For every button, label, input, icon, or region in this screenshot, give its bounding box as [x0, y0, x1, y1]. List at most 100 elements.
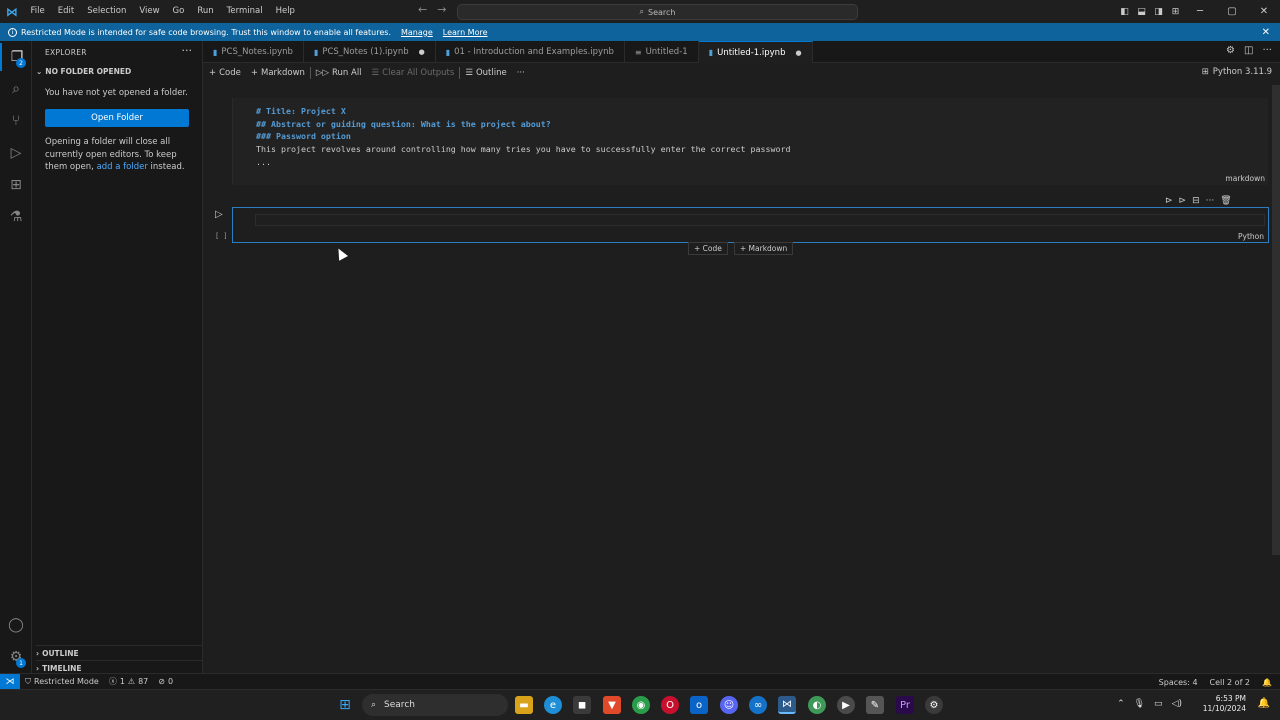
pen-tool-icon[interactable]: ✎	[866, 696, 884, 714]
menu-run[interactable]: Run	[191, 0, 220, 23]
restricted-mode-status[interactable]: ⛉ Restricted Mode	[20, 677, 104, 687]
banner-close-icon[interactable]: ✕	[1262, 27, 1270, 38]
customize-layout-icon[interactable]: ⊞	[1167, 7, 1184, 17]
volume-icon[interactable]: ◁)	[1172, 699, 1182, 709]
settings-app-icon[interactable]: ⚙	[925, 696, 943, 714]
outlook-icon[interactable]: o	[690, 696, 708, 714]
add-code-button[interactable]: + Code	[203, 68, 246, 78]
back-arrow-icon[interactable]: ←	[418, 3, 427, 16]
toolbar-more-icon[interactable]: ···	[512, 68, 530, 78]
command-center-search[interactable]: ⌕ Search	[457, 4, 858, 20]
add-folder-link[interactable]: add a folder	[97, 162, 148, 172]
explorer-icon[interactable]: ❐ 2	[0, 43, 32, 71]
tab-untitled-1[interactable]: ≡ Untitled-1	[625, 41, 699, 63]
clear-all-outputs-button[interactable]: ☰ Clear All Outputs	[367, 68, 460, 78]
microphone-icon[interactable]: 🎙	[1134, 699, 1145, 709]
edge-browser-icon[interactable]: e	[544, 696, 562, 714]
more-actions-icon[interactable]: ···	[182, 44, 193, 57]
media-player-icon[interactable]: ▶	[837, 696, 855, 714]
cell-language-label[interactable]: markdown	[1225, 174, 1265, 183]
code-editor-input[interactable]	[255, 214, 1265, 226]
more-cell-actions-icon[interactable]: ···	[1206, 196, 1215, 206]
more-actions-icon[interactable]: ···	[1262, 45, 1272, 56]
indentation-status[interactable]: Spaces: 4	[1159, 678, 1198, 687]
ports-status[interactable]: ⊘ 0	[153, 677, 178, 686]
run-all-button[interactable]: ▷▷ Run All	[311, 68, 367, 78]
taskbar-clock[interactable]: 6:53 PM 11/10/2024	[1203, 694, 1246, 714]
unsaved-dot-icon[interactable]: ●	[419, 48, 425, 56]
chevron-up-icon[interactable]: ⌃	[1117, 699, 1125, 709]
menu-selection[interactable]: Selection	[81, 0, 133, 23]
toggle-secondary-sidebar-icon[interactable]: ◨	[1150, 7, 1167, 17]
menu-view[interactable]: View	[133, 0, 166, 23]
split-editor-icon[interactable]: ◫	[1244, 45, 1253, 56]
editor-scrollbar[interactable]	[1272, 85, 1280, 555]
chrome-browser-icon[interactable]: ◉	[632, 696, 650, 714]
banner-manage-link[interactable]: Manage	[401, 28, 433, 37]
manage-gear-icon[interactable]: ⚙ 1	[0, 643, 32, 671]
extensions-icon[interactable]: ⊞	[0, 171, 32, 199]
insert-markdown-cell-button[interactable]: + Markdown	[733, 242, 794, 255]
markdown-source[interactable]: # Title: Project X ## Abstract or guidin…	[256, 105, 790, 169]
notebook-file-icon: ▮	[213, 47, 218, 57]
toggle-panel-icon[interactable]: ⬓	[1133, 7, 1150, 17]
split-cell-icon[interactable]: ⊟	[1192, 196, 1200, 206]
insert-code-cell-button[interactable]: + Code	[688, 242, 728, 255]
outline-button[interactable]: ☰ Outline	[460, 68, 511, 78]
testing-icon[interactable]: ⚗	[0, 203, 32, 231]
close-window-icon[interactable]: ✕	[1248, 6, 1280, 17]
run-debug-icon[interactable]: ▷	[0, 139, 32, 167]
taskbar-search[interactable]: ⌕ Search	[362, 694, 508, 716]
tab-pcs-notes[interactable]: ▮ PCS_Notes.ipynb	[203, 41, 304, 63]
tab-introduction-examples[interactable]: ▮ 01 - Introduction and Examples.ipynb	[436, 41, 625, 63]
premiere-pro-icon[interactable]: Pr	[896, 696, 914, 714]
outline-section[interactable]: › OUTLINE	[36, 645, 202, 658]
tab-pcs-notes-1[interactable]: ▮ PCS_Notes (1).ipynb ●	[304, 41, 436, 63]
notebook-settings-gear-icon[interactable]: ⚙	[1226, 45, 1235, 56]
opera-browser-icon[interactable]: O	[661, 696, 679, 714]
banner-learn-more-link[interactable]: Learn More	[443, 28, 488, 37]
add-markdown-button[interactable]: + Markdown	[246, 68, 310, 78]
notification-bell-icon[interactable]: 🔔	[1258, 698, 1270, 709]
execute-below-icon[interactable]: ⊳	[1179, 196, 1187, 206]
source-control-icon[interactable]: ⑂	[0, 107, 32, 135]
forward-arrow-icon[interactable]: →	[437, 3, 446, 16]
cell-position-status[interactable]: Cell 2 of 2	[1210, 678, 1250, 687]
maximize-icon[interactable]: ▢	[1216, 6, 1248, 17]
brave-browser-icon[interactable]: ▼	[603, 696, 621, 714]
tab-untitled-1-ipynb[interactable]: ▮ Untitled-1.ipynb ●	[698, 41, 813, 63]
code-cell[interactable]: Python	[232, 207, 1269, 243]
open-folder-button[interactable]: Open Folder	[45, 109, 189, 127]
visual-studio-icon[interactable]: ∞	[749, 696, 767, 714]
file-explorer-icon[interactable]: ▬	[515, 696, 533, 714]
vscode-taskbar-icon[interactable]: ⋈	[778, 696, 796, 714]
markdown-cell[interactable]: # Title: Project X ## Abstract or guidin…	[232, 98, 1268, 185]
chevron-right-icon: ›	[36, 649, 40, 658]
kernel-picker[interactable]: ⊞ Python 3.11.9	[1202, 67, 1272, 77]
menu-terminal[interactable]: Terminal	[220, 0, 269, 23]
taskbar-search-label: Search	[384, 700, 415, 710]
menu-go[interactable]: Go	[166, 0, 191, 23]
windows-start-icon[interactable]: ⊞	[336, 696, 354, 714]
execute-above-icon[interactable]: ⊳	[1165, 196, 1173, 206]
python-app-icon[interactable]: ◐	[808, 696, 826, 714]
no-folder-section[interactable]: ⌄ NO FOLDER OPENED	[36, 67, 131, 76]
timeline-section[interactable]: › TIMELINE	[36, 660, 202, 673]
notifications-bell-icon[interactable]: 🔔	[1262, 678, 1272, 687]
discord-icon[interactable]: ☺	[720, 696, 738, 714]
delete-cell-icon[interactable]: 🗑	[1220, 196, 1231, 206]
network-icon[interactable]: ▭	[1154, 699, 1163, 709]
cell-language-label[interactable]: Python	[1238, 232, 1264, 241]
accounts-icon[interactable]: ◯	[0, 611, 32, 639]
store-icon[interactable]: ◼	[573, 696, 591, 714]
search-view-icon[interactable]: ⌕	[0, 75, 32, 103]
menu-file[interactable]: File	[24, 0, 51, 23]
remote-indicator-icon[interactable]: ⋊	[0, 673, 20, 690]
unsaved-dot-icon[interactable]: ●	[795, 49, 801, 57]
menu-help[interactable]: Help	[269, 0, 301, 23]
run-cell-icon[interactable]: ▷	[215, 209, 223, 220]
menu-edit[interactable]: Edit	[51, 0, 80, 23]
problems-status[interactable]: ⓧ 1 ⚠ 87	[104, 676, 153, 687]
minimize-icon[interactable]: ─	[1184, 6, 1216, 17]
toggle-sidebar-icon[interactable]: ◧	[1116, 7, 1133, 17]
